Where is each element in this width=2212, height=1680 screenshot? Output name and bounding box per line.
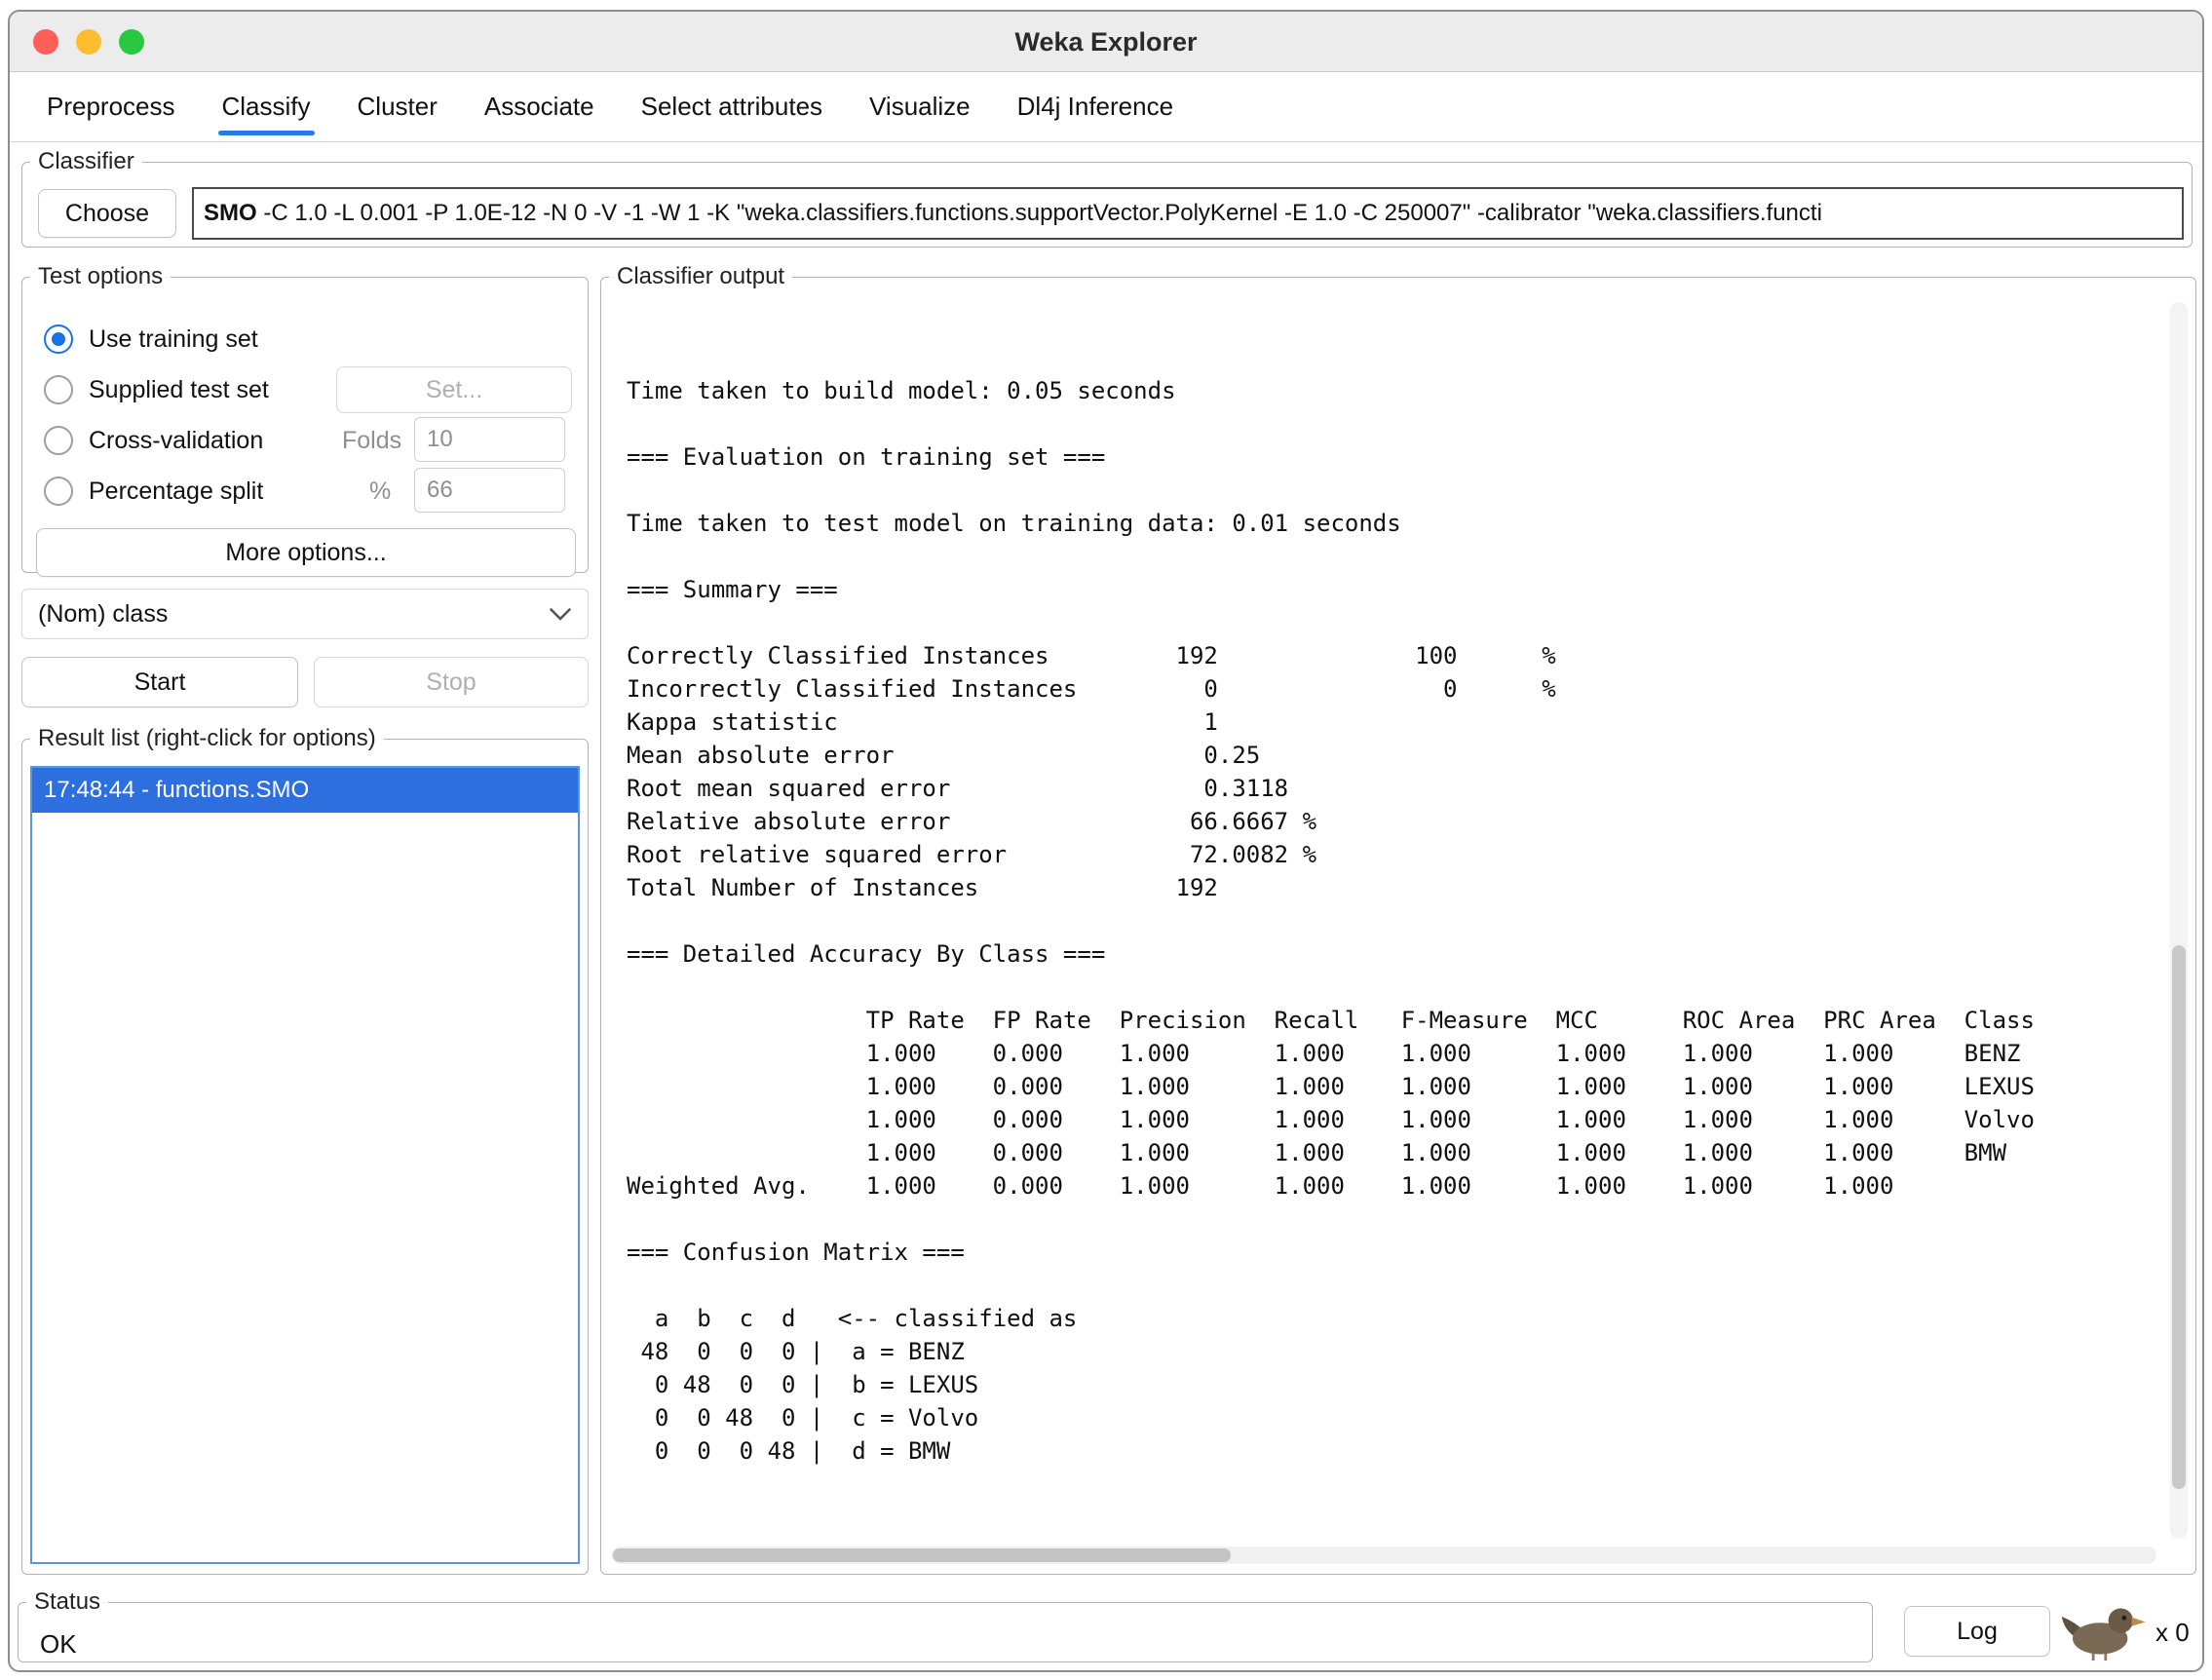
classifier-scheme: SMO (204, 200, 257, 226)
tab-visualize[interactable]: Visualize (846, 72, 994, 141)
tab-preprocess[interactable]: Preprocess (23, 72, 199, 141)
window-title: Weka Explorer (10, 12, 2202, 72)
classifier-output-text[interactable]: Time taken to build model: 0.05 seconds … (611, 302, 2162, 1535)
test-options-group-label: Test options (30, 263, 171, 290)
status-group-label: Status (26, 1588, 108, 1616)
percentage-split-label: Percentage split (89, 477, 263, 506)
supplied-test-set-label: Supplied test set (89, 376, 269, 404)
result-list-group-label: Result list (right-click for options) (30, 725, 384, 752)
result-listbox[interactable]: 17:48:44 - functions.SMO (30, 766, 580, 1564)
stop-button[interactable]: Stop (314, 657, 589, 707)
weka-run-counter: x 0 (2155, 1618, 2190, 1648)
class-attribute-combo[interactable]: (Nom) class (21, 589, 589, 639)
log-button[interactable]: Log (1904, 1606, 2050, 1657)
classifier-group-label: Classifier (30, 148, 142, 175)
classifier-group: Classifier Choose SMO -C 1.0 -L 0.001 -P… (21, 148, 2193, 248)
weka-bird-icon (2058, 1600, 2148, 1661)
folds-input[interactable] (414, 417, 565, 462)
supplied-test-set-row: Supplied test set (44, 370, 269, 409)
percentage-split-input[interactable] (414, 468, 565, 513)
weka-explorer-window: Weka Explorer Preprocess Classify Cluste… (8, 10, 2204, 1672)
percentage-split-row: Percentage split (44, 472, 263, 511)
start-button[interactable]: Start (21, 657, 298, 707)
supplied-test-set-radio[interactable] (44, 375, 73, 404)
use-training-set-row: Use training set (44, 320, 258, 359)
status-text: OK (40, 1629, 77, 1660)
cross-validation-row: Cross-validation (44, 421, 263, 460)
vertical-scrollbar-thumb[interactable] (2172, 945, 2186, 1489)
percentage-split-radio[interactable] (44, 477, 73, 506)
choose-classifier-button[interactable]: Choose (38, 189, 176, 238)
cross-validation-radio[interactable] (44, 426, 73, 455)
test-options-group: Test options Use training set Supplied t… (21, 263, 589, 573)
tab-select-attributes[interactable]: Select attributes (618, 72, 846, 141)
more-options-button[interactable]: More options... (36, 528, 576, 577)
title-bar: Weka Explorer (10, 12, 2202, 72)
result-list-group: Result list (right-click for options) 17… (21, 725, 589, 1575)
use-training-set-radio[interactable] (44, 325, 73, 354)
folds-label: Folds (342, 427, 401, 455)
status-group: Status OK (18, 1588, 1873, 1662)
chevron-down-icon (549, 607, 572, 622)
result-list-item[interactable]: 17:48:44 - functions.SMO (32, 768, 578, 813)
classifier-output-group: Classifier output Time taken to build mo… (600, 263, 2196, 1575)
classifier-options: -C 1.0 -L 0.001 -P 1.0E-12 -N 0 -V -1 -W… (257, 200, 1822, 226)
tab-cluster[interactable]: Cluster (334, 72, 461, 141)
tab-dl4j-inference[interactable]: Dl4j Inference (994, 72, 1197, 141)
classifier-command-field[interactable]: SMO -C 1.0 -L 0.001 -P 1.0E-12 -N 0 -V -… (192, 187, 2184, 240)
use-training-set-label: Use training set (89, 325, 258, 354)
horizontal-scrollbar (611, 1546, 2156, 1564)
vertical-scrollbar (2170, 302, 2188, 1539)
classifier-output-group-label: Classifier output (609, 263, 792, 290)
percent-label: % (369, 477, 391, 506)
set-test-set-button[interactable]: Set... (336, 366, 572, 413)
horizontal-scrollbar-thumb[interactable] (613, 1548, 1231, 1562)
class-combo-value: (Nom) class (38, 600, 168, 629)
cross-validation-label: Cross-validation (89, 427, 263, 455)
tab-associate[interactable]: Associate (461, 72, 618, 141)
tab-bar: Preprocess Classify Cluster Associate Se… (10, 72, 2202, 142)
tab-classify[interactable]: Classify (199, 72, 334, 141)
